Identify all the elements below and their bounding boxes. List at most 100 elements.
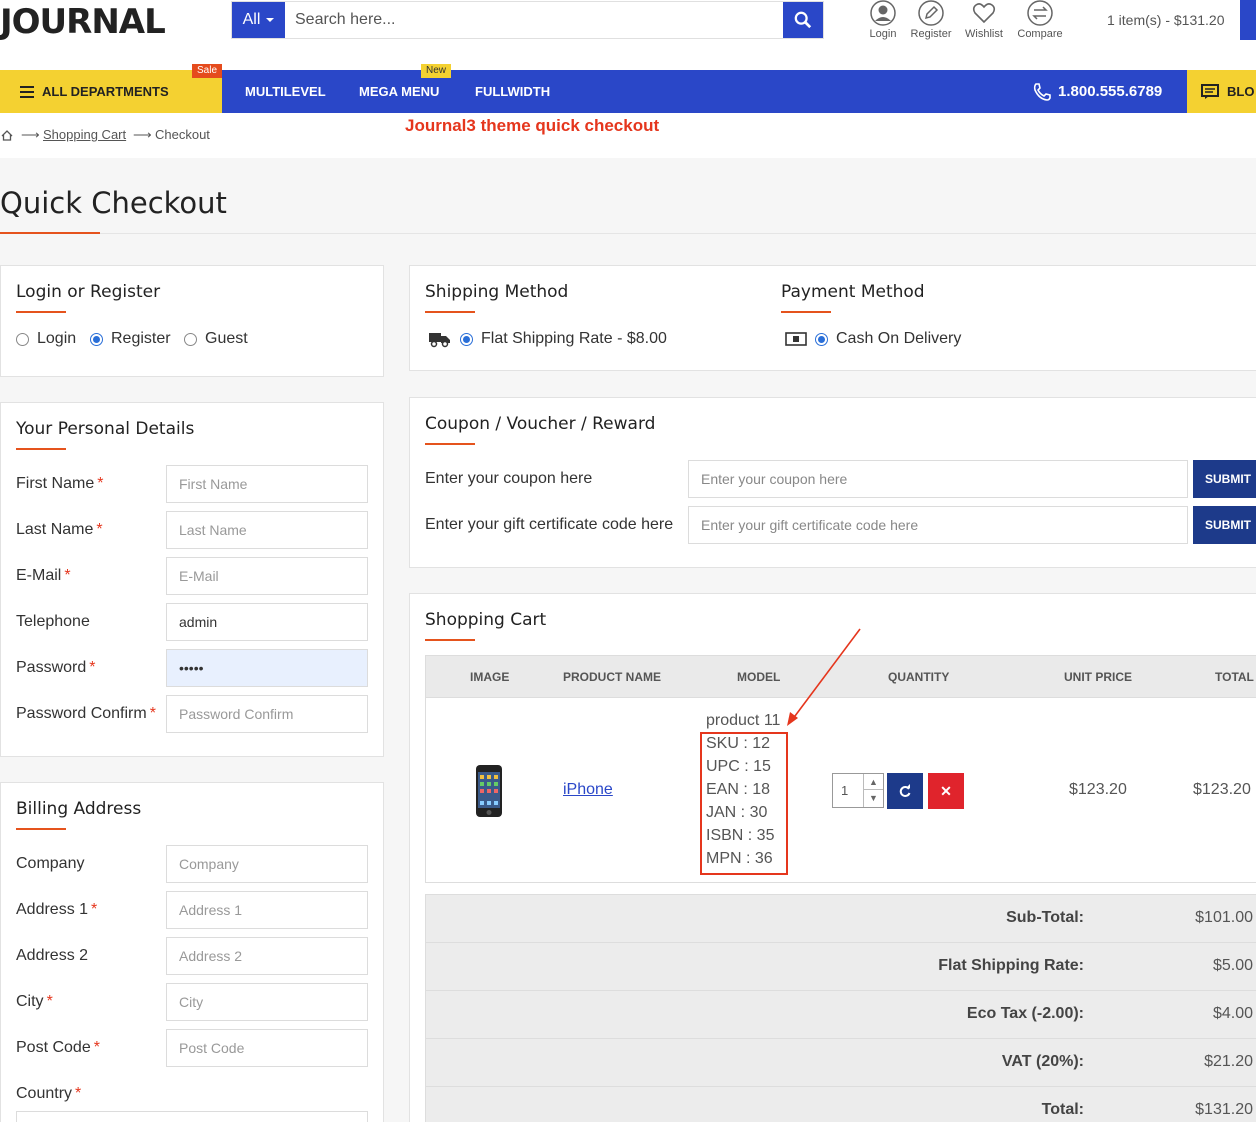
main-nav: ALL DEPARTMENTS Sale MULTILEVEL MEGA MEN… bbox=[0, 64, 1256, 113]
telephone-field[interactable] bbox=[166, 603, 368, 641]
register-label: Register bbox=[910, 28, 952, 40]
wishlist-link[interactable]: Wishlist bbox=[954, 0, 1014, 40]
column-header: IMAGE bbox=[470, 670, 510, 684]
post-code-field[interactable] bbox=[166, 1029, 368, 1067]
total-value: $131.20 bbox=[1195, 1101, 1253, 1118]
breadcrumb-shopping-cart[interactable]: Shopping Cart bbox=[43, 127, 126, 142]
compare-link[interactable]: Compare bbox=[1010, 0, 1070, 40]
search-button[interactable] bbox=[783, 2, 823, 38]
product-model: product 11 bbox=[706, 712, 781, 729]
product-name-link[interactable]: iPhone bbox=[563, 781, 613, 799]
gift-submit-button[interactable]: SUBMIT bbox=[1193, 506, 1256, 544]
panel-title: Login or Register bbox=[16, 282, 161, 302]
attribute-isbn: ISBN : 35 bbox=[706, 827, 775, 844]
password-confirm-field[interactable] bbox=[166, 695, 368, 733]
cart-totals: Sub-Total: $101.00 Flat Shipping Rate: $… bbox=[425, 894, 1256, 1122]
breadcrumb-separator: ⟶ bbox=[21, 127, 40, 142]
radio-login[interactable]: Login bbox=[16, 330, 76, 348]
totals-row: VAT (20%): $21.20 bbox=[426, 1039, 1256, 1087]
city-field[interactable] bbox=[166, 983, 368, 1021]
annotation-arrow bbox=[787, 628, 861, 726]
address-1-field[interactable] bbox=[166, 891, 368, 929]
address-2-label: Address 2 bbox=[16, 947, 89, 964]
email-field[interactable] bbox=[166, 557, 368, 595]
eco-tax-label: Eco Tax (-2.00): bbox=[966, 1005, 1084, 1022]
compare-icon bbox=[1027, 0, 1053, 26]
user-icon bbox=[870, 0, 896, 26]
shipping-rate-value: $5.00 bbox=[1212, 957, 1253, 974]
blog-menu[interactable]: BLO bbox=[1187, 70, 1256, 113]
country-select[interactable] bbox=[16, 1111, 368, 1122]
coupon-input[interactable] bbox=[688, 460, 1188, 498]
telephone-label: Telephone bbox=[16, 613, 90, 630]
coupon-submit-button[interactable]: SUBMIT bbox=[1193, 460, 1256, 498]
title-accent bbox=[16, 311, 66, 313]
radio-button[interactable] bbox=[460, 332, 473, 346]
company-label: Company bbox=[16, 855, 85, 872]
payment-option-label: Cash On Delivery bbox=[836, 330, 962, 347]
column-header: QUANTITY bbox=[888, 670, 950, 684]
payment-option[interactable]: Cash On Delivery bbox=[785, 330, 961, 348]
chevron-down-icon[interactable]: ▼ bbox=[864, 790, 883, 806]
attribute-jan: JAN : 30 bbox=[706, 804, 768, 821]
company-field[interactable] bbox=[166, 845, 368, 883]
first-name-field[interactable] bbox=[166, 465, 368, 503]
logo[interactable]: JOURNAL bbox=[0, 2, 166, 42]
title-accent bbox=[16, 828, 66, 830]
cart-summary[interactable]: 1 item(s) - $131.20 bbox=[1107, 12, 1225, 28]
phone-number: 1.800.555.6789 bbox=[1058, 83, 1163, 100]
register-link[interactable]: Register bbox=[901, 0, 961, 40]
all-departments-menu[interactable]: ALL DEPARTMENTS bbox=[0, 70, 222, 113]
radio-button[interactable] bbox=[90, 332, 103, 346]
menu-icon bbox=[20, 85, 34, 98]
gift-certificate-label: Enter your gift certificate code here bbox=[425, 516, 674, 533]
chat-icon bbox=[1201, 83, 1219, 99]
search-input[interactable] bbox=[285, 2, 783, 38]
title-accent bbox=[781, 311, 831, 313]
radio-register[interactable]: Register bbox=[90, 330, 171, 348]
chevron-up-icon[interactable]: ▲ bbox=[864, 774, 883, 790]
pencil-icon bbox=[918, 0, 944, 26]
column-header: UNIT PRICE bbox=[1064, 670, 1133, 684]
wishlist-label: Wishlist bbox=[965, 28, 1003, 40]
search-icon bbox=[794, 11, 812, 29]
blog-label: BLO bbox=[1227, 84, 1255, 99]
cart-button[interactable] bbox=[1240, 0, 1256, 40]
title-divider bbox=[0, 233, 1256, 234]
search-category-dropdown[interactable]: All bbox=[232, 2, 285, 38]
quantity-stepper[interactable]: 1 ▲ ▼ bbox=[832, 773, 884, 808]
nav-fullwidth[interactable]: FULLWIDTH bbox=[475, 70, 550, 113]
remove-button[interactable]: ✕ bbox=[928, 773, 964, 809]
title-accent bbox=[16, 448, 66, 450]
password-label: Password * bbox=[16, 659, 96, 676]
radio-button[interactable] bbox=[184, 332, 197, 346]
password-confirm-label: Password Confirm * bbox=[16, 705, 156, 722]
title-accent bbox=[425, 639, 475, 641]
nav-multilevel[interactable]: MULTILEVEL bbox=[245, 70, 326, 113]
last-name-field[interactable] bbox=[166, 511, 368, 549]
radio-button[interactable] bbox=[16, 332, 29, 346]
address-2-field[interactable] bbox=[166, 937, 368, 975]
quantity-value[interactable]: 1 bbox=[841, 783, 848, 798]
vat-label: VAT (20%): bbox=[1001, 1053, 1084, 1070]
radio-label: Guest bbox=[205, 330, 248, 347]
password-field[interactable] bbox=[166, 649, 368, 687]
product-image[interactable] bbox=[475, 764, 503, 818]
gift-certificate-input[interactable] bbox=[688, 506, 1188, 544]
payment-title: Payment Method bbox=[781, 282, 925, 302]
vat-value: $21.20 bbox=[1204, 1053, 1253, 1070]
shipping-rate-label: Flat Shipping Rate: bbox=[938, 957, 1084, 974]
compare-label: Compare bbox=[1017, 28, 1063, 40]
panel-title: Coupon / Voucher / Reward bbox=[425, 414, 656, 434]
shipping-option[interactable]: Flat Shipping Rate - $8.00 bbox=[428, 330, 667, 348]
totals-row: Sub-Total: $101.00 bbox=[426, 895, 1256, 943]
home-icon[interactable] bbox=[1, 130, 13, 141]
phone-icon bbox=[1033, 82, 1051, 101]
country-label: Country * bbox=[16, 1085, 82, 1102]
radio-button[interactable] bbox=[815, 332, 828, 346]
shipping-title: Shipping Method bbox=[425, 282, 569, 302]
subtotal-value: $101.00 bbox=[1195, 909, 1253, 926]
update-button[interactable] bbox=[887, 773, 923, 809]
radio-guest[interactable]: Guest bbox=[184, 330, 248, 348]
phone-link[interactable]: 1.800.555.6789 bbox=[1032, 70, 1162, 113]
